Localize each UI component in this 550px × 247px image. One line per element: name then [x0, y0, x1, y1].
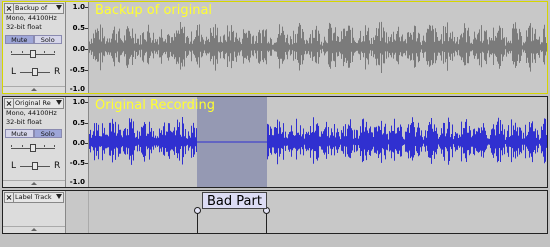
pan-slider-knob[interactable] [32, 162, 38, 170]
pan-left-label: L [11, 161, 17, 171]
sample-rate-text: Mono, 44100Hz [6, 14, 57, 22]
close-track-button[interactable]: × [5, 99, 14, 108]
solo-button[interactable]: Solo [33, 129, 62, 138]
mute-solo-row: Mute Solo [5, 129, 62, 138]
label-area[interactable]: Bad Part [89, 191, 547, 233]
label-text-box[interactable]: Bad Part [202, 192, 267, 209]
dropdown-arrow-icon[interactable] [56, 5, 62, 10]
scale-label: 0.5 [72, 24, 85, 32]
scale-label: 1.0 [72, 98, 85, 106]
mute-solo-row: Mute Solo [5, 35, 62, 44]
gain-slider[interactable] [11, 50, 55, 59]
scale-label: -1.0 [69, 85, 85, 93]
solo-button[interactable]: Solo [33, 35, 62, 44]
gain-slider[interactable] [11, 144, 55, 153]
collapse-track-button[interactable] [3, 86, 65, 93]
scale-label: -0.5 [69, 159, 85, 167]
track-name-menu[interactable]: Original Re [15, 99, 57, 108]
track-control-panel[interactable]: × Backup of Mono, 44100Hz 32-bit float M… [3, 2, 66, 93]
track-backup-of-original[interactable]: × Backup of Mono, 44100Hz 32-bit float M… [2, 1, 548, 94]
collapse-arrow-icon [31, 182, 37, 185]
track-header: × Backup of [4, 3, 64, 14]
amplitude-ruler: 1.0 0.5 0.0 -0.5 -1.0 [66, 2, 89, 93]
scale-label: -1.0 [69, 178, 85, 186]
sample-format-text: 32-bit float [6, 118, 42, 126]
collapse-arrow-icon [31, 88, 37, 91]
pan-slider-knob[interactable] [32, 68, 38, 76]
gain-slider-knob[interactable] [30, 144, 36, 152]
pan-right-label: R [54, 161, 61, 171]
sample-format-text: 32-bit float [6, 23, 42, 31]
scale-label: 0.0 [72, 45, 85, 53]
amplitude-ruler: 1.0 0.5 0.0 -0.5 -1.0 [66, 97, 89, 187]
scale-label: 0.0 [72, 139, 85, 147]
dropdown-arrow-icon[interactable] [56, 100, 62, 105]
pan-left-label: L [11, 67, 17, 77]
close-track-button[interactable]: × [5, 193, 14, 202]
track-original-recording[interactable]: × Original Re Mono, 44100Hz 32-bit float… [2, 96, 548, 188]
track-title: Backup of original [95, 3, 213, 18]
label-start-handle[interactable] [194, 207, 201, 214]
track-header: × Original Re [4, 98, 64, 109]
close-track-button[interactable]: × [5, 4, 14, 13]
track-header: × Label Track [4, 192, 64, 203]
track-name-menu[interactable]: Label Track [15, 193, 57, 202]
gain-slider-knob[interactable] [30, 50, 36, 58]
mute-button[interactable]: Mute [5, 129, 34, 138]
pan-right-label: R [54, 67, 61, 77]
scale-label: -0.5 [69, 66, 85, 74]
waveform-area[interactable]: Original Recording [89, 97, 547, 187]
collapse-track-button[interactable] [3, 180, 65, 187]
pan-slider[interactable] [20, 162, 50, 171]
dropdown-arrow-icon[interactable] [56, 194, 62, 199]
track-name-menu[interactable]: Backup of [15, 4, 57, 13]
sample-rate-text: Mono, 44100Hz [6, 109, 57, 117]
mute-button[interactable]: Mute [5, 35, 34, 44]
track-title: Original Recording [95, 98, 216, 113]
track-control-panel[interactable]: × Label Track [3, 191, 66, 233]
scale-label: 1.0 [72, 3, 85, 11]
waveform-area[interactable]: Backup of original [89, 2, 547, 93]
track-control-panel[interactable]: × Original Re Mono, 44100Hz 32-bit float… [3, 97, 66, 187]
collapse-track-button[interactable] [3, 226, 65, 233]
pan-slider[interactable] [20, 68, 50, 77]
label-track[interactable]: × Label Track Bad Part [2, 190, 548, 234]
label-ruler-spacer [66, 191, 89, 233]
collapse-arrow-icon [31, 228, 37, 231]
scale-label: 0.5 [72, 119, 85, 127]
